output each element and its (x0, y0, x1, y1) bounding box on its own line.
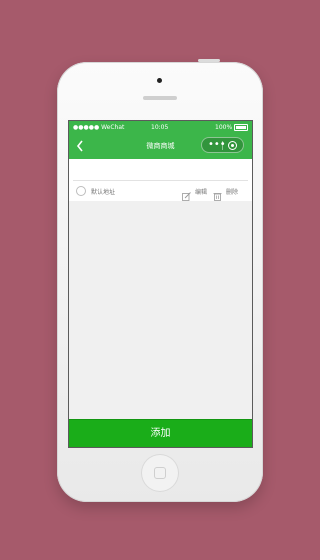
edit-button[interactable]: 编辑 (195, 187, 207, 196)
default-address-label: 默认地址 (91, 189, 116, 196)
edit-icon[interactable] (182, 186, 191, 201)
speaker-grille (143, 96, 177, 100)
status-bar: ●●●●● WeChat 10:05 100% (69, 121, 252, 133)
app-header: ●●●●● WeChat 10:05 100% 微商商城 ••• (69, 121, 252, 159)
delete-button[interactable]: 删除 (226, 187, 238, 196)
app-screen: ●●●●● WeChat 10:05 100% 微商商城 ••• 默认地址 编辑… (68, 120, 253, 448)
address-card: 默认地址 编辑 删除 (69, 159, 252, 201)
more-dots-icon[interactable]: ••• (208, 140, 226, 150)
trash-icon[interactable] (213, 186, 222, 201)
capsule-divider (222, 141, 223, 150)
mini-program-capsule: ••• (201, 137, 244, 153)
target-icon[interactable] (228, 141, 237, 150)
phone-side-button (198, 59, 220, 62)
status-time: 10:05 (151, 124, 169, 131)
carrier-signal: ●●●●● WeChat (73, 124, 125, 131)
battery-icon (234, 124, 248, 131)
navigation-bar: 微商商城 ••• (69, 135, 252, 157)
home-button[interactable] (141, 454, 179, 492)
add-address-button[interactable]: 添加 (69, 419, 252, 447)
front-camera (157, 78, 162, 83)
home-button-square (154, 467, 166, 479)
battery-percent: 100% (215, 124, 233, 131)
default-address-radio[interactable] (76, 186, 86, 196)
address-details (75, 159, 246, 180)
address-actions-row: 默认地址 编辑 删除 (69, 181, 252, 201)
